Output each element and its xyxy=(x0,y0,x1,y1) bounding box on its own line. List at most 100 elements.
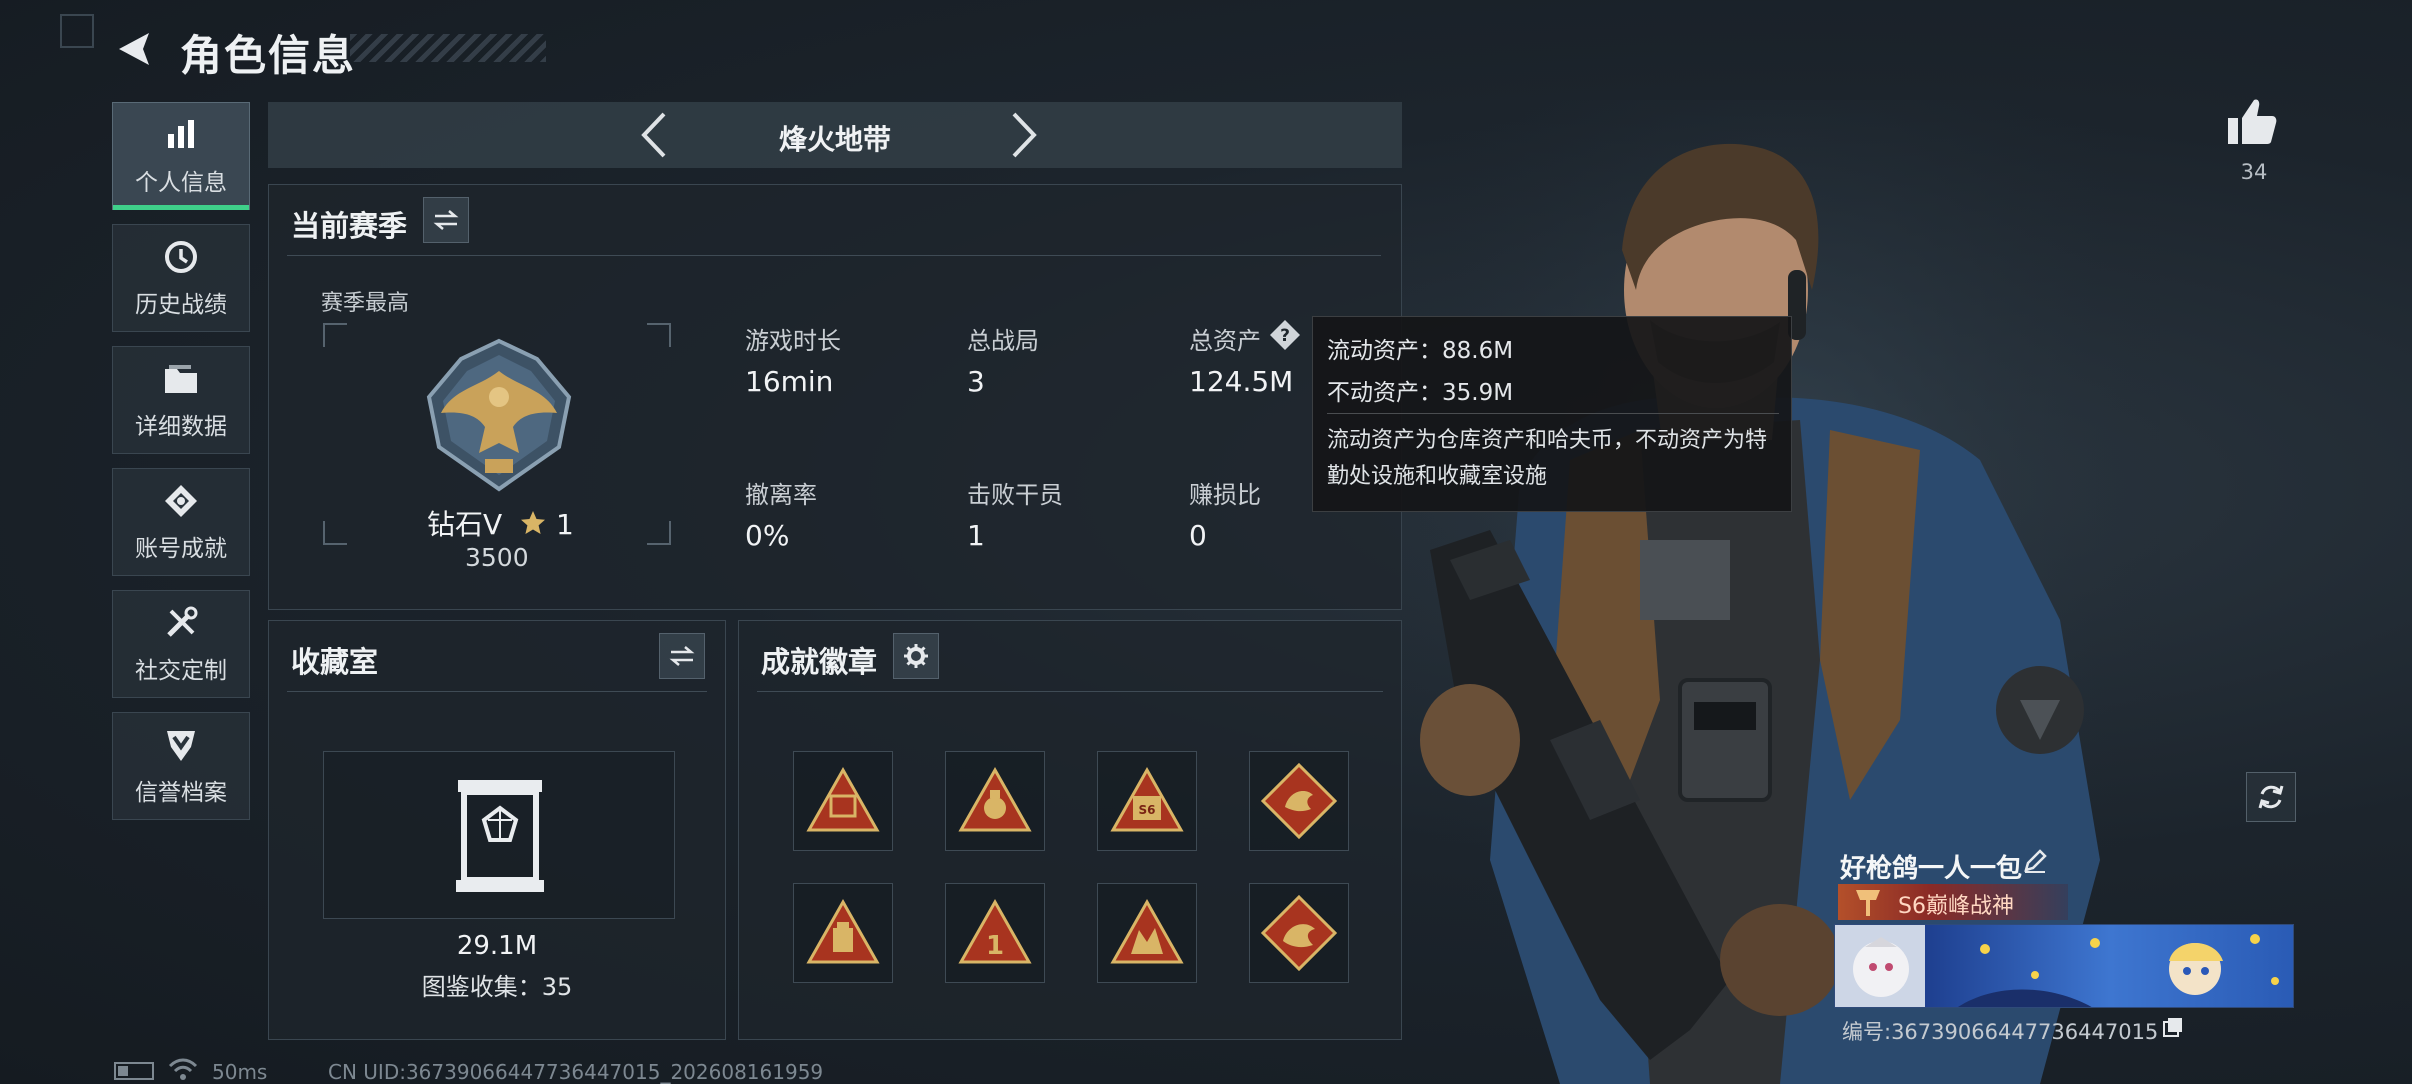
achievement-badge-5[interactable] xyxy=(793,883,893,983)
nav-item-reputation[interactable]: 信誉档案 xyxy=(112,712,250,820)
svg-text:1: 1 xyxy=(986,931,1004,961)
help-icon: ? xyxy=(1270,320,1300,350)
stat-profit-ratio-label: 赚损比 xyxy=(1189,481,1261,509)
achievements-title: 成就徽章 xyxy=(761,645,878,679)
page-title: 角色信息 xyxy=(180,31,357,80)
rank-title-text: S6巅峰战神 xyxy=(1898,894,2014,919)
nav-item-social[interactable]: 社交定制 xyxy=(112,590,250,698)
uid-text: CN UID:3673906644773644701­5_20260816195… xyxy=(328,1060,824,1084)
nav-item-history[interactable]: 历史战绩 xyxy=(112,224,250,332)
season-divider xyxy=(287,255,1381,256)
achievement-badge-icon xyxy=(161,481,201,521)
rank-title-icon xyxy=(1856,890,1880,916)
nav-label: 社交定制 xyxy=(135,658,227,684)
star-icon xyxy=(521,511,546,534)
refresh-button[interactable] xyxy=(2246,772,2296,822)
svg-text:S6: S6 xyxy=(1139,803,1156,817)
battery-icon xyxy=(114,1062,154,1080)
vault-switch-button[interactable] xyxy=(659,633,705,679)
stat-playtime-label: 游戏时长 xyxy=(745,327,841,355)
stat-extract-rate-label: 撤离率 xyxy=(745,481,817,509)
tooltip-description: 流动资产为仓库资产和哈夫币，不动资产为特勤处设施和收藏室设施 xyxy=(1327,428,1768,489)
tooltip-divider xyxy=(1327,413,1779,414)
season-title: 当前赛季 xyxy=(291,209,408,243)
current-season-panel: 当前赛季 赛季最高 钻石V 1 3500 游戏时长 16min 总战局 3 总资… xyxy=(268,184,1402,610)
tooltip-liquid-assets: 流动资产：88.6M xyxy=(1327,338,1514,364)
rank-points: 3500 xyxy=(465,543,529,572)
diamond-rank-emblem xyxy=(426,338,572,492)
stat-assets-value: 124.5M xyxy=(1189,365,1294,398)
copy-icon xyxy=(2163,1018,2182,1037)
vault-collection: 图鉴收集：35 xyxy=(421,973,573,1001)
achievement-badge-3[interactable]: S6 xyxy=(1097,751,1197,851)
gear-icon xyxy=(904,644,928,668)
nav-label: 账号成就 xyxy=(135,536,227,562)
nav-label: 历史战绩 xyxy=(135,292,227,318)
stat-kills-label: 击败干员 xyxy=(967,481,1063,509)
tools-icon xyxy=(161,603,201,643)
tooltip-fixed-assets: 不动资产：35.9M xyxy=(1327,380,1514,406)
bar-chart-icon xyxy=(161,115,201,155)
achievement-badges-panel: 成就徽章 S6 1 xyxy=(738,620,1402,1040)
assets-help-button[interactable]: ? xyxy=(1269,319,1301,351)
nav-item-details[interactable]: 详细数据 xyxy=(112,346,250,454)
nav-item-profile[interactable]: 个人信息 xyxy=(112,102,250,210)
stat-playtime-value: 16min xyxy=(745,365,834,398)
season-best-label: 赛季最高 xyxy=(321,291,410,316)
achievement-badge-7[interactable] xyxy=(1097,883,1197,983)
mode-selector-bar: 烽火地带 xyxy=(268,102,1402,168)
svg-text:?: ? xyxy=(1280,326,1290,346)
mode-title: 烽火地带 xyxy=(778,123,891,156)
stat-matches-label: 总战局 xyxy=(967,327,1039,355)
vault-divider xyxy=(287,691,707,692)
achievement-badge-4[interactable] xyxy=(1249,751,1349,851)
edit-name-button[interactable] xyxy=(2022,848,2048,874)
achievement-badge-2[interactable] xyxy=(945,751,1045,851)
player-id: 编号:3673906644773644701­5 xyxy=(1842,1020,2159,1044)
stat-kills-value: 1 xyxy=(967,519,985,552)
vault-title: 收藏室 xyxy=(291,645,379,679)
achievement-badge-6[interactable]: 1 xyxy=(945,883,1045,983)
achievement-badge-8[interactable] xyxy=(1249,883,1349,983)
stat-assets-label: 总资产 xyxy=(1189,327,1261,355)
player-name: 好枪鸽一人一包 xyxy=(1840,854,2023,884)
like-count: 34 xyxy=(2240,160,2268,184)
frame-corner xyxy=(323,521,347,545)
corner-frame-decor xyxy=(60,14,94,48)
profile-banner[interactable] xyxy=(1834,924,2294,1008)
nav-item-achievements[interactable]: 账号成就 xyxy=(112,468,250,576)
assets-tooltip: 流动资产：88.6M 不动资产：35.9M 流动资产为仓库资产和哈夫币，不动资产… xyxy=(1312,316,1792,512)
mode-next-button[interactable] xyxy=(1000,110,1050,160)
wifi-icon xyxy=(168,1058,198,1080)
chevron-right-icon xyxy=(1012,112,1037,158)
nav-label: 信誉档案 xyxy=(135,780,227,806)
like-button[interactable] xyxy=(2226,96,2278,148)
folder-icon xyxy=(161,359,201,399)
frame-corner xyxy=(323,323,347,347)
swap-icon xyxy=(433,210,459,230)
achievement-settings-button[interactable] xyxy=(893,633,939,679)
copy-id-button[interactable] xyxy=(2162,1016,2184,1038)
stat-extract-rate-value: 0% xyxy=(745,519,790,552)
refresh-icon xyxy=(2258,785,2284,809)
shield-rank-icon xyxy=(161,725,201,765)
back-arrow-icon xyxy=(119,33,149,65)
frame-corner xyxy=(647,323,671,347)
pencil-icon xyxy=(2024,849,2047,873)
nav-label: 个人信息 xyxy=(135,170,227,196)
back-button[interactable] xyxy=(112,26,158,72)
frame-corner xyxy=(647,521,671,545)
vault-preview xyxy=(323,751,675,919)
stat-matches-value: 3 xyxy=(967,365,985,398)
ping-value: 50ms xyxy=(212,1060,268,1084)
vault-cabinet-icon xyxy=(456,780,544,892)
rank-row: 钻石V 1 xyxy=(427,503,574,543)
stat-profit-ratio-value: 0 xyxy=(1189,519,1207,552)
thumbs-up-icon xyxy=(2228,99,2277,144)
rank-name: 钻石V xyxy=(427,508,503,541)
title-stripes-decor xyxy=(350,34,546,62)
rank-title-tag: S6巅峰战神 xyxy=(1838,884,2068,920)
achievement-badge-1[interactable] xyxy=(793,751,893,851)
season-switch-button[interactable] xyxy=(423,197,469,243)
vault-value: 29.1M xyxy=(456,931,538,961)
